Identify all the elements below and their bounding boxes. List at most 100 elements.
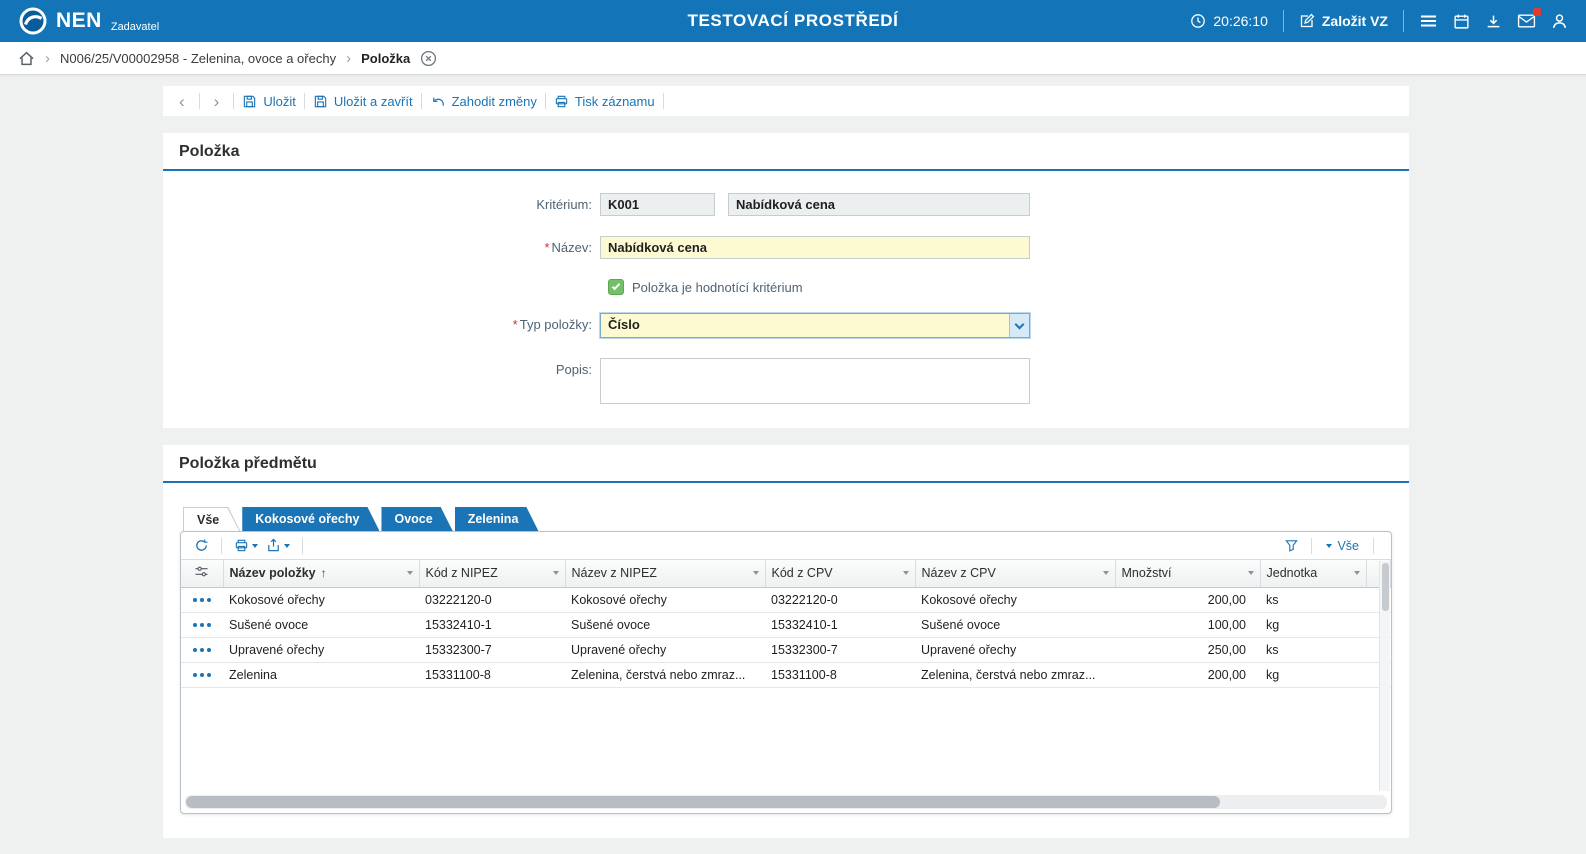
typ-polozky-value: Číslo	[601, 314, 1009, 337]
topbar-separator	[1403, 10, 1404, 32]
undo-icon	[430, 94, 446, 109]
horizontal-scrollbar-thumb[interactable]	[186, 796, 1220, 808]
table-row[interactable]: Zelenina15331100-8Zelenina, čerstvá nebo…	[181, 662, 1391, 687]
export-button[interactable]	[262, 538, 294, 553]
header-nazev-polozky[interactable]: Název položky↑	[223, 560, 419, 587]
items-grid: Vše Název položky↑ Kód z NIPEZ	[180, 531, 1392, 814]
column-filter-icon[interactable]	[407, 571, 413, 575]
nav-back-button[interactable]: ‹	[173, 93, 191, 110]
header-nazev-nipez[interactable]: Název z NIPEZ	[565, 560, 765, 587]
filter-button[interactable]	[1280, 538, 1303, 553]
column-filter-icon[interactable]	[553, 571, 559, 575]
column-filter-icon[interactable]	[753, 571, 759, 575]
table-cell: 100,00	[1115, 612, 1260, 637]
kriterium-code-field[interactable]	[600, 193, 715, 216]
sort-asc-icon: ↑	[321, 566, 327, 580]
dropdown-triangle-icon	[252, 544, 258, 548]
table-row[interactable]: Sušené ovoce15332410-1Sušené ovoce153324…	[181, 612, 1391, 637]
header-kod-cpv[interactable]: Kód z CPV	[765, 560, 915, 587]
grid-toolbar: Vše	[181, 532, 1391, 560]
header-kod-nipez[interactable]: Kód z NIPEZ	[419, 560, 565, 587]
predmet-section-title: Položka předmětu	[163, 445, 1409, 483]
hodnotici-kriterium-label: Položka je hodnotící kritérium	[632, 280, 803, 295]
tab-ovoce[interactable]: Ovoce	[381, 507, 452, 531]
save-icon	[242, 94, 257, 109]
table-cell: ks	[1260, 587, 1366, 612]
popis-textarea[interactable]	[600, 358, 1030, 404]
mail-button[interactable]	[1517, 13, 1536, 29]
download-button[interactable]	[1485, 13, 1502, 30]
mail-badge	[1533, 8, 1541, 16]
column-filter-icon[interactable]	[1248, 571, 1254, 575]
column-filter-icon[interactable]	[1103, 571, 1109, 575]
column-settings-header[interactable]	[181, 560, 223, 587]
column-filter-icon[interactable]	[903, 571, 909, 575]
refresh-button[interactable]	[190, 538, 213, 553]
horizontal-scrollbar[interactable]	[185, 795, 1387, 809]
column-filter-icon[interactable]	[1354, 571, 1360, 575]
check-icon	[612, 282, 620, 290]
row-actions-button[interactable]	[181, 587, 223, 612]
save-icon	[313, 94, 328, 109]
dropdown-triangle-icon	[1326, 544, 1332, 548]
chevron-down-icon	[1015, 319, 1025, 329]
typ-polozky-select[interactable]: Číslo	[600, 313, 1030, 338]
table-row[interactable]: Upravené ořechy15332300-7Upravené ořechy…	[181, 637, 1391, 662]
header-jednotka[interactable]: Jednotka	[1260, 560, 1366, 587]
table-cell: 15332300-7	[419, 637, 565, 662]
table-body: Kokosové ořechy03222120-0Kokosové ořechy…	[181, 587, 1391, 687]
select-dropdown-button[interactable]	[1009, 314, 1029, 337]
kriterium-name-field[interactable]	[728, 193, 1030, 216]
nav-forward-button[interactable]: ›	[208, 93, 226, 110]
table-cell: kg	[1260, 612, 1366, 637]
export-icon	[266, 538, 281, 553]
table-cell: Upravené ořechy	[565, 637, 765, 662]
user-button[interactable]	[1551, 13, 1568, 30]
save-button[interactable]: Uložit	[242, 94, 296, 109]
brand-name: NEN	[56, 9, 102, 33]
record-toolbar: ‹ › Uložit Uložit a zavřít Zahodit změny…	[163, 86, 1409, 116]
hodnotici-kriterium-checkbox[interactable]	[608, 279, 624, 295]
tab-vse[interactable]: Vše	[183, 507, 240, 531]
table-cell: 03222120-0	[419, 587, 565, 612]
row-actions-button[interactable]	[181, 637, 223, 662]
header-nazev-cpv[interactable]: Název z CPV	[915, 560, 1115, 587]
menu-button[interactable]	[1419, 13, 1438, 29]
table-cell: Kokosové ořechy	[565, 587, 765, 612]
nazev-field[interactable]	[600, 236, 1030, 259]
vertical-scrollbar-thumb[interactable]	[1382, 563, 1389, 611]
print-grid-button[interactable]	[230, 538, 262, 553]
column-settings-icon	[194, 565, 209, 578]
header-mnozstvi[interactable]: Množství	[1115, 560, 1260, 587]
table-cell: 15332300-7	[765, 637, 915, 662]
nazev-label: *Název:	[163, 236, 600, 259]
kriterium-label: Kritérium:	[163, 193, 600, 216]
tab-kokosove-orechy[interactable]: Kokosové ořechy	[242, 507, 379, 531]
table-cell: Zelenina, čerstvá nebo zmraz...	[565, 662, 765, 687]
table-cell: Zelenina, čerstvá nebo zmraz...	[915, 662, 1115, 687]
create-vz-button[interactable]: Založit VZ	[1299, 13, 1388, 29]
home-icon[interactable]	[18, 50, 35, 67]
refresh-icon	[194, 538, 209, 553]
user-icon	[1551, 13, 1568, 30]
grid-filter-select[interactable]: Vše	[1320, 539, 1365, 553]
print-record-button[interactable]: Tisk záznamu	[554, 94, 655, 109]
calendar-button[interactable]	[1453, 13, 1470, 30]
brand[interactable]: NEN Zadavatel	[18, 6, 159, 36]
required-marker: *	[513, 317, 518, 332]
funnel-icon	[1284, 538, 1299, 553]
table-row[interactable]: Kokosové ořechy03222120-0Kokosové ořechy…	[181, 587, 1391, 612]
table-cell: Upravené ořechy	[915, 637, 1115, 662]
chevron-right-icon: ›	[45, 51, 50, 66]
save-close-button[interactable]: Uložit a zavřít	[313, 94, 413, 109]
breadcrumb-record[interactable]: N006/25/V00002958 - Zelenina, ovoce a oř…	[60, 51, 336, 66]
environment-title: TESTOVACÍ PROSTŘEDÍ	[687, 11, 898, 31]
vertical-scrollbar[interactable]	[1379, 561, 1390, 791]
row-actions-button[interactable]	[181, 612, 223, 637]
tab-zelenina[interactable]: Zelenina	[455, 507, 539, 531]
typ-polozky-label: *Typ položky:	[163, 313, 600, 338]
row-actions-button[interactable]	[181, 662, 223, 687]
breadcrumb: › N006/25/V00002958 - Zelenina, ovoce a …	[0, 42, 1586, 75]
close-tab-icon[interactable]	[420, 50, 437, 67]
discard-changes-button[interactable]: Zahodit změny	[430, 94, 537, 109]
